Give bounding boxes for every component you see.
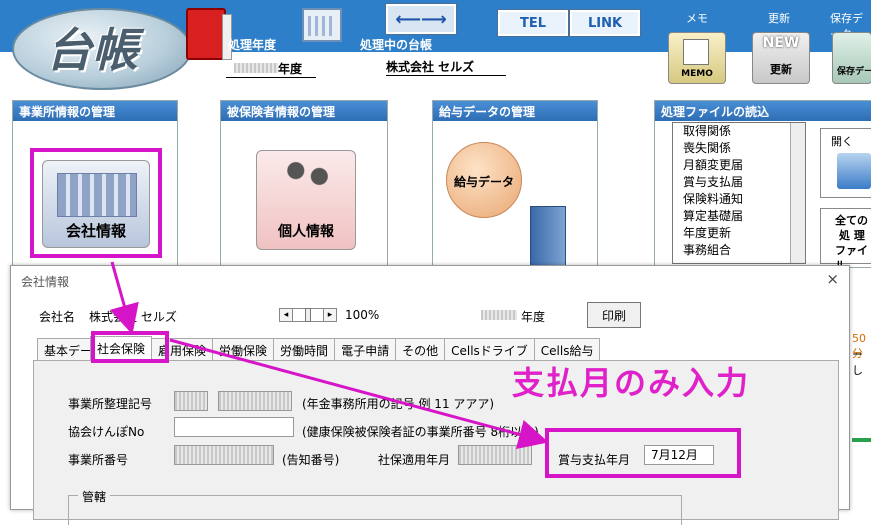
annotation-arrows (109, 261, 549, 450)
arrow-to-bonus (169, 338, 549, 450)
arrow-to-tab (109, 261, 139, 335)
